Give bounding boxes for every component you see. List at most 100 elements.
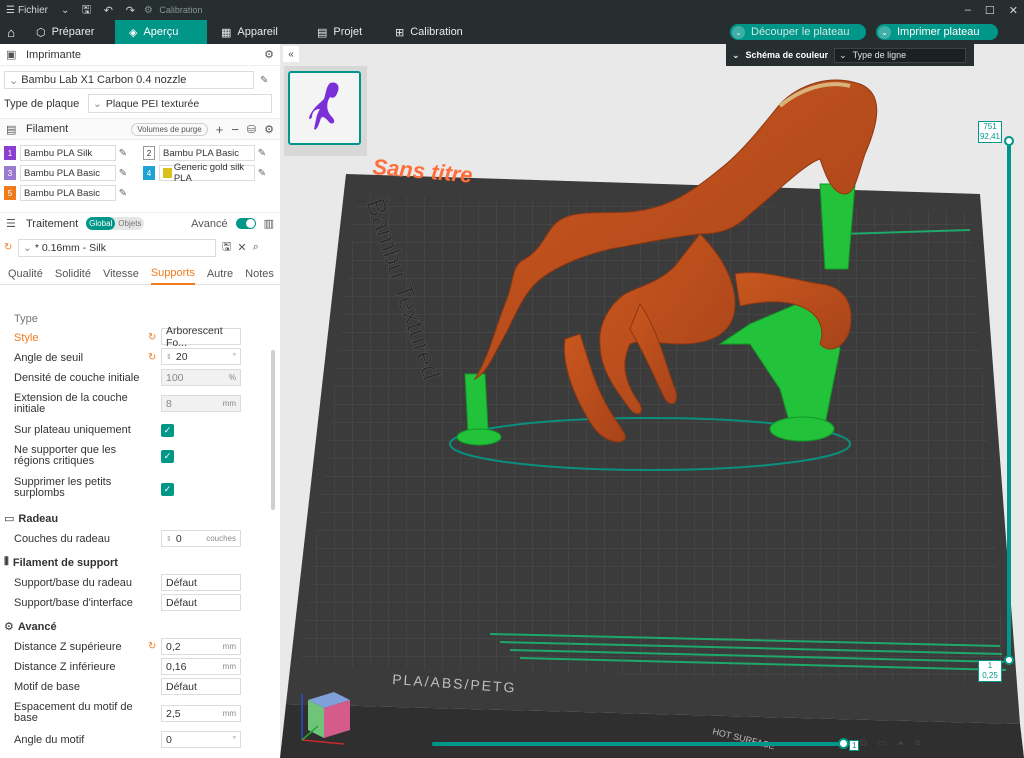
gcode-move-handle[interactable] (838, 738, 849, 749)
collapse-icon[interactable]: « (283, 46, 299, 62)
slice-plate-button[interactable]: ⌄ Découper le plateau (730, 24, 866, 40)
axis-gizmo[interactable] (294, 686, 354, 746)
edit-icon[interactable]: ✎ (260, 75, 268, 86)
tab-strength[interactable]: Solidité (55, 268, 91, 280)
chevron-down-icon[interactable]: ⌄ (732, 25, 745, 39)
filament-name: Generic gold silk PLA (159, 162, 255, 184)
print-plate-button[interactable]: ⌄ Imprimer plateau (876, 24, 998, 40)
color-scheme-select[interactable]: ⌄ Type de ligne (834, 47, 967, 63)
filament-item[interactable]: 3 Bambu PLA Basic ✎ (4, 164, 130, 182)
purge-volumes-button[interactable]: Volumes de purge (131, 122, 208, 136)
filament-item[interactable]: 4 Generic gold silk PLA ✎ (143, 162, 269, 184)
save-icon[interactable]: 🖫 (75, 1, 97, 20)
pattern-angle-input[interactable]: 0 ° (161, 731, 241, 748)
chevron-down-icon[interactable]: ⌄ (878, 25, 891, 39)
threshold-angle-input[interactable]: ⇕ 20 ° (161, 348, 241, 365)
printer-section-header: ▣ Imprimante ⚙ (0, 44, 280, 66)
critical-regions-checkbox[interactable]: ✓ (161, 450, 174, 463)
objects-option[interactable]: Objets (115, 219, 144, 228)
tab-notes[interactable]: Notes (245, 268, 274, 280)
chevron-down-icon: ⌄ (23, 241, 32, 254)
tab-device[interactable]: ▦ Appareil (207, 20, 303, 44)
tab-project[interactable]: ▤ Projet (303, 20, 381, 44)
remove-icon[interactable]: − (231, 122, 239, 137)
undo-icon[interactable]: ↶ (97, 4, 119, 17)
global-option[interactable]: Global (86, 217, 116, 230)
printer-select[interactable]: ⌄ Bambu Lab X1 Carbon 0.4 nozzle (4, 71, 254, 89)
layer-top-handle[interactable] (1004, 136, 1014, 146)
process-preset-select[interactable]: ⌄ * 0.16mm - Silk (18, 238, 216, 257)
stepper-icon[interactable]: ⇕ (166, 353, 172, 361)
tab-supports[interactable]: Supports (150, 263, 195, 285)
3d-viewport[interactable]: Sans titre Bambu Textured PLA/ABS/PETG H… (280, 44, 1024, 758)
on-plate-only-checkbox[interactable]: ✓ (161, 424, 174, 437)
gcode-move-value: 1 (849, 740, 860, 751)
settings-scrollbar[interactable] (271, 350, 275, 510)
screen-icon[interactable]: ▭ (877, 738, 886, 749)
stepper-icon[interactable]: ⇕ (166, 535, 172, 543)
tab-quality[interactable]: Qualité (8, 268, 43, 280)
global-objects-toggle[interactable]: Global Objets (86, 217, 145, 230)
close-icon[interactable]: ✕ (1009, 4, 1018, 17)
base-pattern-spacing-value: 2,5 (166, 707, 181, 720)
home-icon[interactable]: ⌂ (0, 20, 22, 44)
edit-icon[interactable]: ✎ (116, 188, 130, 199)
remove-small-overhangs-checkbox[interactable]: ✓ (161, 483, 174, 496)
filament-item[interactable]: 5 Bambu PLA Basic ✎ (4, 184, 130, 202)
tab-calibration[interactable]: ⊞ Calibration (381, 20, 477, 44)
layer-bottom-handle[interactable] (1004, 655, 1014, 665)
plate-type-select[interactable]: ⌄ Plaque PEI texturée (88, 94, 272, 113)
menu-icon[interactable]: ≡ (915, 738, 921, 749)
maximize-icon[interactable]: ☐ (985, 4, 995, 17)
chevron-down-icon: ⌄ (60, 4, 70, 16)
chevron-down-icon[interactable]: ⌄ (732, 50, 740, 61)
gcode-move-slider[interactable] (432, 742, 846, 746)
base-pattern-select[interactable]: Défaut (161, 678, 241, 695)
close-icon[interactable]: ✕ (237, 241, 246, 254)
sync-icon[interactable]: ⛁ (247, 123, 256, 136)
minimize-icon[interactable]: – (965, 4, 971, 16)
filament-item[interactable]: 2 Bambu PLA Basic ✎ (143, 144, 269, 162)
add-icon[interactable]: + (216, 122, 224, 137)
interface-select[interactable]: Défaut (161, 594, 241, 611)
file-menu[interactable]: ☰ Fichier ⌄ (0, 0, 75, 20)
upload-icon[interactable]: ⏶ (897, 738, 905, 749)
plate-thumbnail[interactable]: 1 (288, 71, 361, 145)
style-select[interactable]: Arborescent Fo... (161, 325, 241, 349)
filament-number-badge: 4 (143, 166, 155, 180)
tab-other[interactable]: Autre (207, 268, 233, 280)
reset-icon[interactable]: ↻ (148, 332, 156, 343)
z-bottom-distance-input[interactable]: 0,16 mm (161, 658, 241, 675)
advanced-toggle[interactable] (235, 218, 256, 229)
edit-icon[interactable]: ✎ (116, 168, 130, 179)
edit-icon[interactable]: ✎ (255, 168, 269, 179)
tab-preview[interactable]: ◈ Aperçu (115, 20, 207, 44)
cube-icon: ⬡ (36, 26, 46, 39)
settings-gear-icon[interactable]: ⚙ (264, 48, 274, 61)
tab-prepare[interactable]: ⬡ Préparer (22, 20, 115, 44)
tab-project-label: Projet (333, 26, 363, 38)
save-icon[interactable]: 🖫 (222, 238, 231, 257)
base-pattern-spacing-input[interactable]: 2,5 mm (161, 705, 241, 722)
initial-expansion-input[interactable]: 8 mm (161, 395, 241, 412)
filament-number-badge: 5 (4, 186, 16, 200)
on-plate-only-label: Sur plateau uniquement (14, 424, 131, 436)
reset-icon[interactable]: ↻ (148, 641, 156, 652)
edit-icon[interactable]: ✎ (255, 148, 269, 159)
compare-icon[interactable]: ▥ (264, 217, 274, 230)
redo-icon[interactable]: ↷ (119, 4, 141, 17)
settings-gear-icon[interactable]: ⚙ (264, 123, 274, 136)
z-top-distance-input[interactable]: 0,2 mm (161, 638, 241, 655)
initial-density-input[interactable]: 100% (161, 369, 241, 386)
raft-layers-input[interactable]: ⇕ 0 couches (161, 530, 241, 547)
layer-range-slider[interactable] (1007, 141, 1011, 661)
chevron-down-icon: ⌄ (9, 74, 19, 87)
search-icon[interactable]: ⌕ (253, 241, 259, 254)
raft-base-select[interactable]: Défaut (161, 574, 241, 591)
filament-item[interactable]: 1 Bambu PLA Silk ✎ (4, 144, 130, 162)
tab-speed[interactable]: Vitesse (103, 268, 139, 280)
filament-section-title: Filament (26, 123, 69, 135)
edit-icon[interactable]: ✎ (116, 148, 130, 159)
layers-icon[interactable]: ⧉ (860, 738, 867, 749)
reset-icon[interactable]: ↻ (148, 352, 156, 363)
